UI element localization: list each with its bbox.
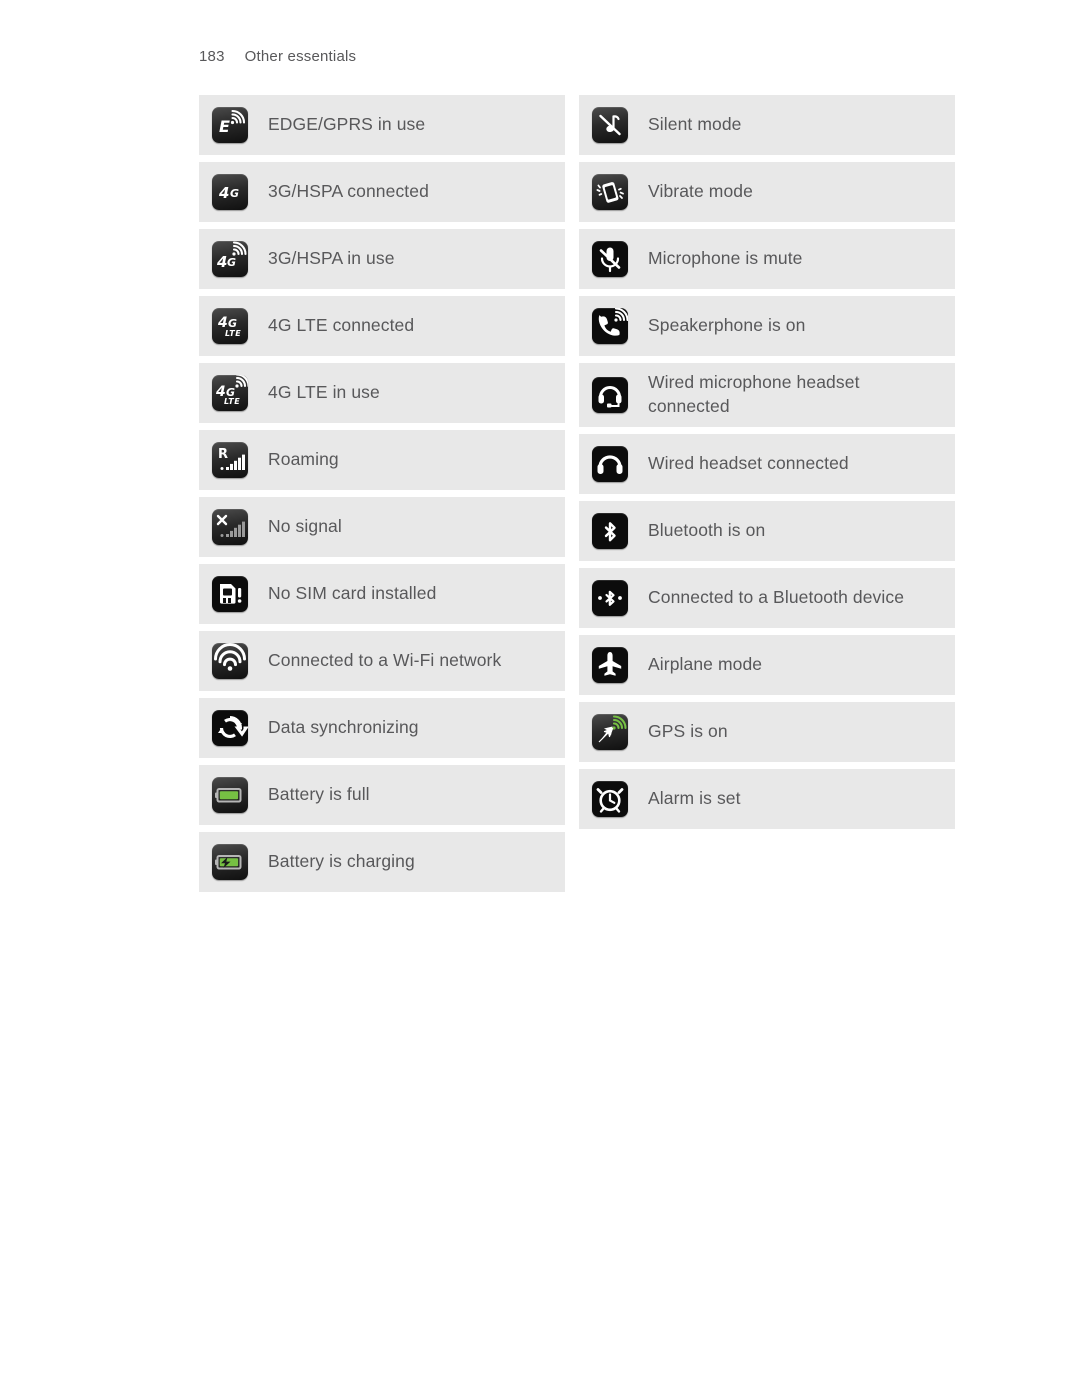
status-icon-label: Data synchronizing xyxy=(268,717,419,738)
wifi-connected-icon xyxy=(212,643,248,679)
status-icon-row: Airplane mode xyxy=(579,635,955,695)
3g-hspa-in-use-icon: 4G xyxy=(212,241,248,277)
section-title: Other essentials xyxy=(244,48,357,65)
4g-lte-connected-icon: 4 G LTE xyxy=(212,308,248,344)
status-icon-row: Silent mode xyxy=(579,95,955,155)
status-icon-label: Alarm is set xyxy=(648,788,741,809)
status-icon-label: Connected to a Bluetooth device xyxy=(648,587,905,608)
status-icon-row: Speakerphone is on xyxy=(579,296,955,356)
alarm-set-icon xyxy=(592,781,628,817)
status-icon-row: Battery is charging xyxy=(199,832,565,892)
status-icon-column-right: Silent mode Vibrate mode Microphone is mut… xyxy=(579,95,955,892)
no-signal-icon xyxy=(212,509,248,545)
edge-gprs-in-use-icon: E xyxy=(212,107,248,143)
status-icon-row: Connected to a Bluetooth device xyxy=(579,568,955,628)
status-icon-label: 3G/HSPA connected xyxy=(268,181,429,202)
status-icon-label: EDGE/GPRS in use xyxy=(268,114,426,135)
battery-full-icon xyxy=(212,777,248,813)
status-icon-label: 4G LTE in use xyxy=(268,382,380,403)
page-number: 183 xyxy=(199,48,225,65)
status-icon-label: GPS is on xyxy=(648,721,728,742)
status-icon-label: 4G LTE connected xyxy=(268,315,415,336)
status-icon-label: Airplane mode xyxy=(648,654,763,675)
status-icon-table: E EDGE/GPRS in use 4 G 3G/HSPA connected 4 G 3G… xyxy=(199,95,969,892)
status-icon-label: Battery is charging xyxy=(268,851,415,872)
status-icon-label: Vibrate mode xyxy=(648,181,753,202)
status-icon-row: Vibrate mode xyxy=(579,162,955,222)
no-sim-card-icon xyxy=(212,576,248,612)
status-icon-label: Bluetooth is on xyxy=(648,520,766,541)
bluetooth-connected-icon xyxy=(592,580,628,616)
status-icon-label: Connected to a Wi-Fi network xyxy=(268,650,502,671)
status-icon-row: Microphone is mute xyxy=(579,229,955,289)
status-icon-row: Bluetooth is on xyxy=(579,501,955,561)
bluetooth-on-icon xyxy=(592,513,628,549)
vibrate-mode-icon xyxy=(592,174,628,210)
4g-lte-in-use-icon: 4 G LTE xyxy=(212,375,248,411)
status-icon-label: Wired microphone headset connected xyxy=(648,372,860,416)
status-icon-label: Wired headset connected xyxy=(648,453,849,474)
wired-headset-icon xyxy=(592,446,628,482)
manual-page: 183 Other essentials E EDGE/GPRS in use 4 G… xyxy=(0,0,1080,1397)
wired-mic-headset-icon xyxy=(592,377,628,413)
airplane-mode-icon xyxy=(592,647,628,683)
status-icon-row: Wired microphone headset connected xyxy=(579,363,955,427)
status-icon-row: 4 G LTE 4G LTE in use xyxy=(199,363,565,423)
status-icon-row: GPS is on xyxy=(579,702,955,762)
status-icon-row: R Roaming xyxy=(199,430,565,490)
status-icon-row: Battery is full xyxy=(199,765,565,825)
status-icon-label: Speakerphone is on xyxy=(648,315,806,336)
status-icon-row: Alarm is set xyxy=(579,769,955,829)
status-icon-label: No signal xyxy=(268,516,342,537)
status-icon-row: 4 G 3G/HSPA in use xyxy=(199,229,565,289)
3g-hspa-connected-icon: 4G xyxy=(212,174,248,210)
status-icon-row: Connected to a Wi-Fi network xyxy=(199,631,565,691)
status-icon-label: Roaming xyxy=(268,449,339,470)
status-icon-label: No SIM card installed xyxy=(268,583,437,604)
microphone-mute-icon xyxy=(592,241,628,277)
battery-charging-icon xyxy=(212,844,248,880)
status-icon-row: 4 G LTE 4G LTE connected xyxy=(199,296,565,356)
status-icon-label: Silent mode xyxy=(648,114,742,135)
status-icon-label: Battery is full xyxy=(268,784,370,805)
status-icon-row: No signal xyxy=(199,497,565,557)
roaming-icon: R xyxy=(212,442,248,478)
speakerphone-on-icon xyxy=(592,308,628,344)
page-header: 183 Other essentials xyxy=(199,48,356,65)
data-sync-icon xyxy=(212,710,248,746)
status-icon-column-left: E EDGE/GPRS in use 4 G 3G/HSPA connected 4 G 3G… xyxy=(199,95,565,892)
status-icon-row: Wired headset connected xyxy=(579,434,955,494)
silent-mode-icon xyxy=(592,107,628,143)
status-icon-row: Data synchronizing xyxy=(199,698,565,758)
status-icon-row: No SIM card installed xyxy=(199,564,565,624)
status-icon-label: Microphone is mute xyxy=(648,248,803,269)
status-icon-label: 3G/HSPA in use xyxy=(268,248,395,269)
status-icon-row: E EDGE/GPRS in use xyxy=(199,95,565,155)
status-icon-row: 4 G 3G/HSPA connected xyxy=(199,162,565,222)
gps-on-icon xyxy=(592,714,628,750)
